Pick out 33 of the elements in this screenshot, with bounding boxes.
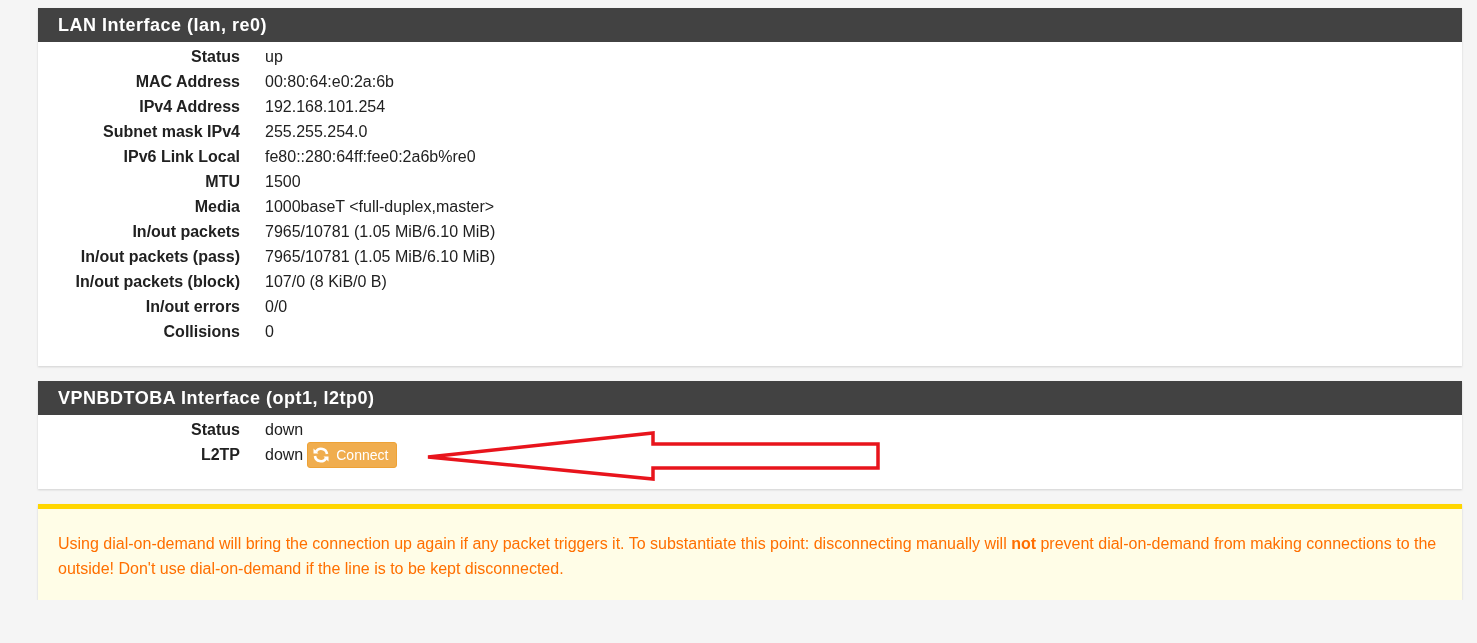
connect-button[interactable]: Connect — [307, 442, 398, 468]
field-label: Status — [190, 47, 240, 66]
field-value: 1000baseT <full-duplex,master> — [265, 197, 495, 216]
field-value: up — [265, 47, 283, 66]
field-label: In/out packets (block) — [74, 272, 240, 291]
field-label: Collisions — [162, 322, 240, 341]
field-label: Subnet mask IPv4 — [102, 122, 240, 141]
field-label: L2TP — [199, 446, 240, 464]
field-label: In/out packets (pass) — [79, 247, 240, 266]
field-value: 00:80:64:e0:2a:6b — [265, 72, 394, 91]
field-value: 0/0 — [265, 297, 288, 316]
field-value: down — [265, 446, 304, 464]
refresh-icon — [312, 446, 331, 464]
field-value: down — [265, 420, 304, 439]
field-value: 7965/10781 (1.05 MiB/6.10 MiB) — [265, 222, 496, 241]
field-label: MAC Address — [134, 72, 240, 91]
field-value: 107/0 (8 KiB/0 B) — [265, 272, 387, 291]
field-value: fe80::280:64ff:fee0:2a6b%re0 — [265, 147, 476, 166]
field-label: In/out errors — [144, 297, 240, 316]
field-label: IPv6 Link Local — [122, 147, 240, 166]
warning-message: Using dial-on-demand will bring the connection up again if any packet triggers it. To substantiate this point: disconnecting manually will not prevent dial-on-demand from making connections to the outside! Don't use dial-on-demand if the line is to be kept disconnected. — [57, 534, 1438, 579]
field-label: Status — [190, 420, 240, 439]
field-value: 0 — [265, 322, 274, 341]
panel-title: LAN Interface (lan, re0) — [38, 8, 1462, 42]
field-value: 1500 — [265, 172, 301, 191]
panel-title: VPNBDTOBA Interface (opt1, l2tp0) — [38, 381, 1462, 415]
field-value: 7965/10781 (1.05 MiB/6.10 MiB) — [265, 247, 496, 266]
field-label: In/out packets — [131, 222, 240, 241]
field-label: IPv4 Address — [138, 97, 240, 116]
field-label: Media — [193, 197, 240, 216]
field-value: 192.168.101.254 — [265, 97, 386, 116]
field-value: 255.255.254.0 — [265, 122, 368, 141]
field-label: MTU — [204, 172, 240, 191]
